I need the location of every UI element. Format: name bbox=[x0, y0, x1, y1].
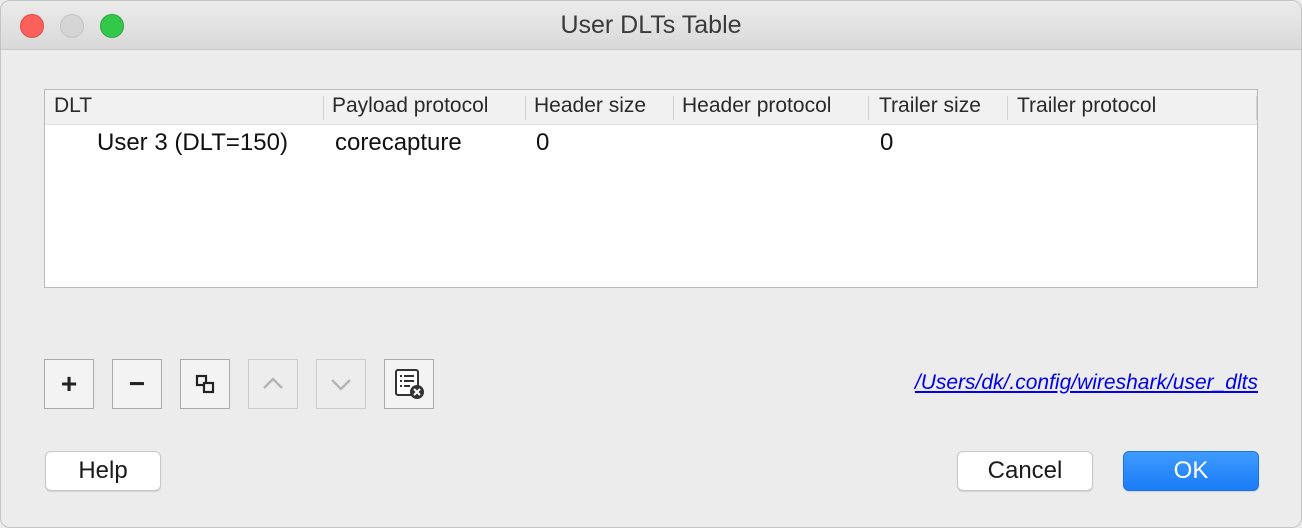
column-divider[interactable] bbox=[525, 96, 526, 120]
column-divider[interactable] bbox=[868, 96, 869, 120]
column-divider[interactable] bbox=[1007, 96, 1008, 120]
column-header-trailer-size[interactable]: Trailer size bbox=[879, 90, 981, 124]
move-down-button[interactable] bbox=[316, 359, 366, 409]
cancel-button[interactable]: Cancel bbox=[957, 451, 1093, 491]
user-dlts-table[interactable]: DLT Payload protocol Header size Header … bbox=[44, 89, 1258, 288]
cell-header-size[interactable]: 0 bbox=[536, 125, 549, 161]
clear-list-icon bbox=[395, 369, 424, 399]
chevron-up-icon bbox=[263, 377, 283, 389]
table-row[interactable]: User 3 (DLT=150) corecapture 0 0 bbox=[45, 125, 1257, 161]
copy-entry-button[interactable] bbox=[180, 359, 230, 409]
window-title: User DLTs Table bbox=[560, 11, 742, 39]
column-header-header-size[interactable]: Header size bbox=[534, 90, 646, 124]
dialog-window: User DLTs Table DLT Payload protocol Hea… bbox=[0, 0, 1302, 528]
title-bar[interactable]: User DLTs Table bbox=[1, 1, 1301, 50]
ok-button[interactable]: OK bbox=[1123, 451, 1259, 491]
clear-all-button[interactable] bbox=[384, 359, 434, 409]
cell-payload-protocol[interactable]: corecapture bbox=[335, 125, 462, 161]
plus-icon: + bbox=[60, 368, 78, 399]
column-divider[interactable] bbox=[323, 96, 324, 120]
chevron-down-icon bbox=[331, 379, 351, 391]
cell-dlt[interactable]: User 3 (DLT=150) bbox=[97, 125, 288, 161]
column-header-payload-protocol[interactable]: Payload protocol bbox=[332, 90, 488, 124]
minus-icon: − bbox=[128, 368, 146, 399]
column-header-dlt[interactable]: DLT bbox=[54, 90, 92, 124]
cell-trailer-size[interactable]: 0 bbox=[880, 125, 893, 161]
column-header-header-protocol[interactable]: Header protocol bbox=[682, 90, 831, 124]
user-dlts-file-link[interactable]: /Users/dk/.config/wireshark/user_dlts bbox=[915, 371, 1258, 395]
column-divider[interactable] bbox=[673, 96, 674, 120]
move-up-button[interactable] bbox=[248, 359, 298, 409]
help-button[interactable]: Help bbox=[45, 451, 161, 491]
add-entry-button[interactable]: + bbox=[44, 359, 94, 409]
remove-entry-button[interactable]: − bbox=[112, 359, 162, 409]
copy-icon bbox=[195, 374, 215, 394]
table-header: DLT Payload protocol Header size Header … bbox=[45, 90, 1257, 125]
column-header-trailer-protocol[interactable]: Trailer protocol bbox=[1017, 90, 1156, 124]
column-divider[interactable] bbox=[1256, 96, 1257, 120]
